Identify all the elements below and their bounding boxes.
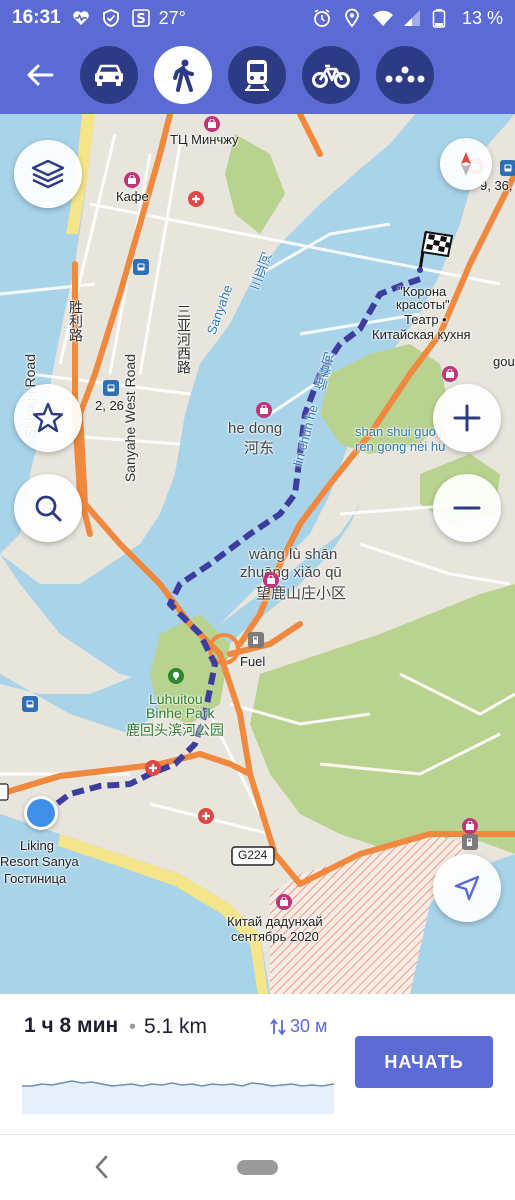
dots-icon [385, 66, 425, 83]
search-icon [35, 495, 62, 522]
route-separator: • [129, 1016, 137, 1038]
map-view[interactable]: ТЦ Минчжу Кафе 胜利路 Shengli Road 三亚河西路 Sa… [0, 114, 515, 994]
map-label-hotel: Гостиница [4, 871, 67, 886]
hospital-icon[interactable] [145, 760, 161, 776]
bus-stop-icon[interactable] [22, 696, 38, 712]
fuel-station-icon[interactable] [462, 834, 478, 850]
map-label-luhuitou-cn: 鹿回头滨河公园 [126, 722, 224, 738]
route-distance: 5.1 km [144, 1015, 208, 1038]
map-label-china-2: сентябрь 2020 [231, 929, 319, 944]
mode-bike-button[interactable] [302, 46, 360, 104]
car-icon [95, 64, 123, 86]
route-elevation: 30 м [270, 1016, 327, 1037]
search-button[interactable] [14, 474, 82, 542]
alarm-icon [312, 8, 332, 28]
destination-flag-icon[interactable] [412, 226, 456, 274]
map-label-ren-gong: ren gong nèi hu [355, 439, 446, 454]
current-location-dot[interactable] [24, 796, 58, 830]
favorites-button[interactable] [14, 384, 82, 452]
star-icon [32, 402, 64, 433]
map-label-china-1: Китай дадунхай [227, 914, 323, 929]
nav-back-button[interactable] [90, 1153, 114, 1181]
cafe-shop-icon[interactable] [124, 172, 140, 188]
hospital-icon[interactable] [188, 191, 204, 207]
road-badge-g224: G224 [238, 848, 268, 862]
minus-icon [453, 506, 481, 510]
mode-car-button[interactable] [80, 46, 138, 104]
system-nav-bar [0, 1134, 515, 1200]
shield-check-icon [101, 8, 121, 28]
hospital-icon[interactable] [198, 808, 214, 824]
status-time: 16:31 [12, 7, 61, 28]
shop-icon[interactable] [442, 366, 458, 382]
status-bar: 16:31 S 27° 13 % [0, 0, 515, 36]
compass-icon [461, 152, 471, 176]
zoom-out-button[interactable] [433, 474, 501, 542]
map-label-tc-minchzhu: ТЦ Минчжу [170, 132, 239, 147]
bus-stop-icon[interactable] [133, 259, 149, 275]
app-s-icon: S [131, 8, 151, 28]
route-duration: 1 ч 8 мин [24, 1014, 119, 1037]
map-label-shan-shui: shan shui guo ji [355, 424, 446, 439]
signal-icon [402, 8, 422, 28]
compass-button[interactable] [440, 138, 492, 190]
map-label-gou-h: gou h [493, 354, 515, 369]
map-label-theatre: Театр • [404, 312, 447, 327]
mode-walk-button[interactable] [154, 46, 212, 104]
nav-back-icon [95, 1155, 108, 1179]
layers-button[interactable] [14, 140, 82, 208]
map-label-cafe: Кафе [116, 189, 149, 204]
map-label-wanglu-1: wàng lù shān [249, 546, 338, 563]
route-summary-sheet: 1 ч 8 мин • 5.1 km 30 м НАЧАТЬ [0, 994, 515, 1134]
wifi-icon [372, 8, 393, 28]
park-tree-icon[interactable] [168, 668, 184, 684]
walking-person-icon [173, 59, 194, 92]
transport-toolbar [0, 36, 515, 114]
plus-icon [453, 404, 481, 432]
map-label-chinese-kitchen: Китайская кухня [372, 327, 471, 342]
map-label-shengli-road-cn: 胜利路 [68, 300, 84, 342]
shopping-bag-icon[interactable] [204, 116, 220, 132]
location-pin-icon [342, 8, 362, 28]
navigation-arrow-icon [454, 875, 480, 901]
elevation-profile-chart [22, 1080, 334, 1114]
map-label-liking-1: Liking [20, 838, 54, 853]
bicycle-icon [312, 64, 350, 88]
map-label-luhuitou-2: Binhe Park [146, 705, 215, 721]
train-icon [245, 60, 269, 91]
status-temperature: 27° [158, 7, 186, 28]
svg-text:S: S [136, 12, 145, 27]
battery-icon [432, 8, 452, 28]
status-battery: 13 % [461, 7, 503, 28]
map-label-sanyahe-west-road: Sanyahe West Road [122, 354, 138, 483]
bus-stop-icon[interactable] [500, 160, 515, 176]
back-button[interactable] [20, 55, 60, 95]
map-label-he-dong: he dong [228, 420, 283, 437]
map-label-he-dong-cn: 河东 [244, 440, 275, 457]
map-label-liking-2: Resort Sanya [0, 854, 79, 869]
map-label-bus-226: 2, 26 [95, 398, 124, 413]
nav-home-pill[interactable] [237, 1160, 278, 1175]
shop-icon[interactable] [263, 572, 279, 588]
heart-pulse-icon [71, 8, 91, 28]
shop-icon[interactable] [256, 402, 272, 418]
elevation-arrows-icon [270, 1018, 286, 1035]
mode-more-button[interactable] [376, 46, 434, 104]
shop-icon[interactable] [462, 818, 478, 834]
layers-icon [31, 159, 65, 189]
route-elevation-value: 30 м [290, 1016, 328, 1036]
shop-icon[interactable] [276, 894, 292, 910]
mode-transit-button[interactable] [228, 46, 286, 104]
locate-button[interactable] [433, 854, 501, 922]
bus-stop-icon[interactable] [103, 380, 119, 396]
map-label-korona-2: красоты" [396, 297, 450, 312]
map-label-sanyahe-west-road-cn: 三亚河西路 [176, 304, 192, 374]
map-label-fuel: Fuel [240, 654, 266, 669]
fuel-station-icon[interactable] [248, 632, 264, 648]
map-label-wanglu-2: zhuāng xiǎo qū [240, 564, 342, 581]
start-navigation-button[interactable]: НАЧАТЬ [355, 1036, 493, 1088]
arrow-left-icon [27, 64, 54, 86]
zoom-in-button[interactable] [433, 384, 501, 452]
